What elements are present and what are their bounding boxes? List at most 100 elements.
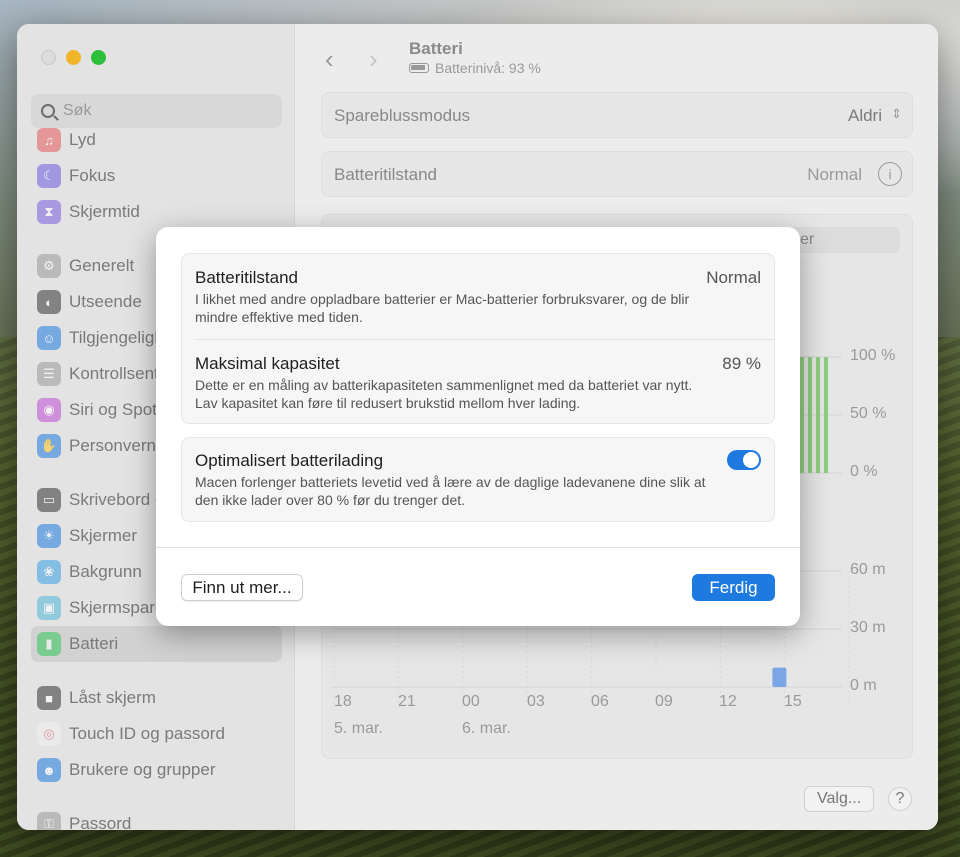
level-tick-0: 0 % — [850, 463, 878, 480]
optimized-charging-card: Optimalisert batterilading Macen forleng… — [181, 437, 775, 522]
battery-health-row: Batteritilstand Normal i — [321, 151, 913, 197]
capacity-title: Maksimal kapasitet — [195, 354, 340, 373]
battery-health-dialog: Batteritilstand Normal I likhet med andr… — [156, 227, 800, 626]
sidebar-item-label: Touch ID og passord — [69, 724, 225, 743]
close-button[interactable] — [41, 50, 56, 65]
sidebar-item-label: Generelt — [69, 256, 135, 275]
hourglass-icon: ⧗ — [37, 200, 61, 224]
level-tick-100: 100 % — [850, 347, 896, 364]
sidebar-item-brukere-og-grupper[interactable]: ☻ Brukere og grupper — [31, 752, 282, 788]
level-bar — [824, 357, 828, 473]
battery-icon — [409, 63, 429, 73]
gear-icon: ⚙ — [37, 254, 61, 278]
page-title: Batteri — [409, 39, 463, 58]
sidebar-item-label: Utseende — [69, 292, 142, 311]
x-tick-00: 00 — [462, 693, 480, 710]
sidebar-item-fokus[interactable]: ☾ Fokus — [31, 158, 282, 194]
forward-button[interactable]: › — [369, 44, 378, 75]
sidebar-item-label: Passord — [69, 814, 132, 830]
zoom-button[interactable] — [91, 50, 106, 65]
health-description: I likhet med andre oppladbare batterier … — [195, 291, 690, 325]
dialog-footer-divider — [156, 547, 800, 548]
sidebar-item-label: Skjermsparer — [69, 598, 171, 617]
card-divider — [195, 339, 774, 340]
options-button[interactable]: Valg... — [804, 786, 875, 812]
desktop-icon: ▭ — [37, 488, 61, 512]
search-placeholder: Søk — [63, 102, 92, 119]
key-icon: ⚿ — [37, 812, 61, 830]
sidebar-item-skjermtid[interactable]: ⧗ Skjermtid — [31, 194, 282, 230]
battery-level-subtitle: Batterinivå: 93 % — [409, 60, 541, 76]
moon-icon: ☾ — [37, 164, 61, 188]
speaker-icon: ♫ — [37, 128, 61, 152]
updown-chevron-icon: ⇕ — [891, 106, 902, 121]
minimize-button[interactable] — [66, 50, 81, 65]
sidebar-item-label: Bakgrunn — [69, 562, 142, 581]
sidebar-section-gap — [31, 662, 282, 680]
fingerprint-icon: ◎ — [37, 722, 61, 746]
sidebar-item-lyd[interactable]: ♫ Lyd — [31, 122, 282, 158]
sidebar-item-label: Brukere og grupper — [69, 760, 216, 779]
health-value: Normal — [706, 268, 761, 287]
sidebar-item-label: Batteri — [69, 634, 119, 653]
health-title: Batteritilstand — [195, 268, 298, 287]
sidebar-item-touch-id-og-passord[interactable]: ◎ Touch ID og passord — [31, 716, 282, 752]
usage-bar — [772, 667, 787, 687]
sun-icon: ☀ — [37, 524, 61, 548]
sidebar-item-label: Fokus — [69, 166, 116, 185]
optimized-description: Macen forlenger batteriets levetid ved å… — [195, 474, 706, 508]
x-tick-03: 03 — [527, 693, 545, 710]
power-mode-select[interactable]: Aldri — [848, 106, 882, 126]
done-button[interactable]: Ferdig — [692, 574, 775, 601]
search-icon — [41, 104, 55, 118]
battery-icon: ▮ — [37, 632, 61, 656]
control-center-icon: ☰ — [37, 362, 61, 386]
sidebar-section-gap — [31, 788, 282, 806]
battery-health-label: Batteritilstand — [334, 165, 437, 184]
level-bar — [800, 357, 804, 473]
users-icon: ☻ — [37, 758, 61, 782]
sidebar-item-batteri[interactable]: ▮ Batteri — [31, 626, 282, 662]
help-button[interactable]: ? — [888, 787, 912, 811]
level-tick-50: 50 % — [850, 405, 887, 422]
flower-icon: ❀ — [37, 560, 61, 584]
screensaver-icon: ▣ — [37, 596, 61, 620]
optimized-title: Optimalisert batterilading — [195, 451, 384, 470]
sidebar-item-label: Skjermtid — [69, 202, 140, 221]
usage-tick-0: 0 m — [850, 677, 877, 694]
power-mode-row: Spareblussmodus Aldri ⇕ — [321, 92, 913, 138]
appearance-icon: ◐ — [37, 290, 61, 314]
capacity-value: 89 % — [722, 354, 761, 373]
level-bar — [808, 357, 812, 473]
usage-tick-30: 30 m — [850, 619, 886, 636]
capacity-description: Dette er en måling av batterikapasiteten… — [195, 377, 693, 411]
window-controls — [41, 50, 106, 65]
x-tick-18: 18 — [334, 693, 352, 710]
date-label-5-mar: 5. mar. — [334, 720, 383, 737]
x-tick-12: 12 — [719, 693, 737, 710]
date-label-6-mar: 6. mar. — [462, 720, 511, 737]
battery-health-value: Normal — [807, 165, 862, 184]
learn-more-button[interactable]: Finn ut mer... — [181, 574, 303, 601]
health-info-card: Batteritilstand Normal I likhet med andr… — [181, 253, 775, 424]
back-button[interactable]: ‹ — [325, 44, 334, 75]
sidebar-item-passord[interactable]: ⚿ Passord — [31, 806, 282, 830]
hand-icon: ✋ — [37, 434, 61, 458]
lock-icon: ■ — [37, 686, 61, 710]
sidebar-item-låst-skjerm[interactable]: ■ Låst skjerm — [31, 680, 282, 716]
info-icon[interactable]: i — [878, 162, 902, 186]
usage-tick-60: 60 m — [850, 561, 886, 578]
level-bar — [816, 357, 820, 473]
battery-level-text: Batterinivå: 93 % — [435, 60, 541, 76]
x-tick-21: 21 — [398, 693, 416, 710]
power-mode-label: Spareblussmodus — [334, 106, 471, 125]
x-tick-06: 06 — [591, 693, 609, 710]
accessibility-icon: ☺ — [37, 326, 61, 350]
x-tick-09: 09 — [655, 693, 673, 710]
x-tick-15: 15 — [784, 693, 802, 710]
sidebar-item-label: Låst skjerm — [69, 688, 156, 707]
optimized-charging-toggle[interactable] — [727, 450, 761, 470]
sidebar-item-label: Skjermer — [69, 526, 138, 545]
siri-icon: ◉ — [37, 398, 61, 422]
sidebar-item-label: Lyd — [69, 130, 96, 149]
